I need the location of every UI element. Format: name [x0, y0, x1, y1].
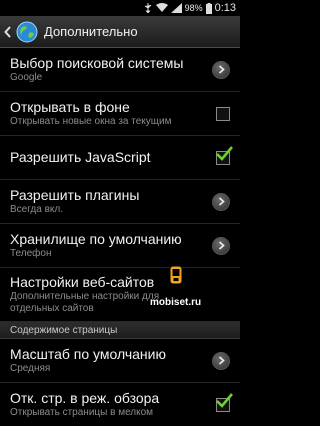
setting-website-settings[interactable]: Настройки веб-сайтов Дополнительные наст…: [0, 268, 240, 322]
browser-globe-icon[interactable]: [16, 21, 38, 43]
setting-summary: Открывать страницы в мелком: [10, 407, 154, 418]
setting-title: Выбор поисковой системы: [10, 55, 184, 71]
setting-title: Масштаб по умолчанию: [10, 346, 166, 362]
chevron-button[interactable]: [212, 236, 230, 255]
checkmark-icon: [216, 145, 233, 161]
chevron-right-icon: [212, 351, 230, 370]
setting-title: Хранилище по умолчанию: [10, 231, 182, 247]
open-background-checkbox[interactable]: [216, 106, 230, 121]
javascript-checkbox[interactable]: [216, 145, 233, 165]
chevron-right-icon: [212, 60, 230, 79]
setting-default-storage[interactable]: Хранилище по умолчанию Телефон: [0, 224, 240, 268]
setting-enable-javascript[interactable]: Разрешить JavaScript: [0, 136, 240, 180]
usb-icon: [143, 3, 153, 13]
battery-percent: 98%: [184, 3, 203, 13]
setting-summary: Всегда вкл.: [10, 204, 64, 215]
chevron-right-icon: [212, 192, 230, 211]
chevron-button[interactable]: [212, 351, 230, 370]
checkbox-checked: [216, 392, 233, 412]
setting-title: Отк. стр. в реж. обзора: [10, 390, 160, 406]
settings-list: Выбор поисковой системы Google Открывать…: [0, 48, 240, 426]
checkbox-checked: [216, 145, 233, 165]
clock: 0:13: [214, 2, 236, 14]
setting-enable-plugins[interactable]: Разрешить плагины Всегда вкл.: [0, 180, 240, 224]
checkbox-unchecked: [216, 106, 230, 121]
section-header-page-content: Содержимое страницы: [0, 322, 240, 339]
setting-title: Открывать в фоне: [10, 99, 130, 115]
setting-overview-mode[interactable]: Отк. стр. в реж. обзора Открывать страни…: [0, 383, 240, 426]
setting-title: Разрешить плагины: [10, 187, 140, 203]
chevron-right-icon: [212, 236, 230, 255]
setting-search-engine[interactable]: Выбор поисковой системы Google: [0, 48, 240, 92]
setting-title: Разрешить JavaScript: [10, 149, 151, 165]
checkmark-icon: [216, 392, 233, 408]
page-title: Дополнительно: [44, 24, 138, 39]
battery-icon: [205, 2, 212, 14]
watermark-text: mobiset.ru: [150, 297, 202, 308]
setting-summary: Google: [10, 72, 43, 83]
chevron-button[interactable]: [212, 60, 230, 79]
action-bar: Дополнительно: [0, 16, 240, 48]
setting-summary: Телефон: [10, 248, 52, 259]
wifi-icon: [155, 3, 168, 13]
status-bar: 98% 0:13: [0, 0, 240, 16]
chevron-button[interactable]: [212, 192, 230, 211]
back-chevron-icon[interactable]: [1, 25, 15, 38]
setting-open-in-background[interactable]: Открывать в фоне Открывать новые окна за…: [0, 92, 240, 136]
overview-mode-checkbox[interactable]: [216, 392, 233, 412]
setting-summary: Открывать новые окна за текущим: [10, 116, 172, 127]
setting-default-zoom[interactable]: Масштаб по умолчанию Средняя: [0, 339, 240, 383]
setting-summary: Средняя: [10, 363, 51, 374]
watermark-phone-icon: [168, 264, 184, 286]
signal-icon: [170, 3, 182, 13]
